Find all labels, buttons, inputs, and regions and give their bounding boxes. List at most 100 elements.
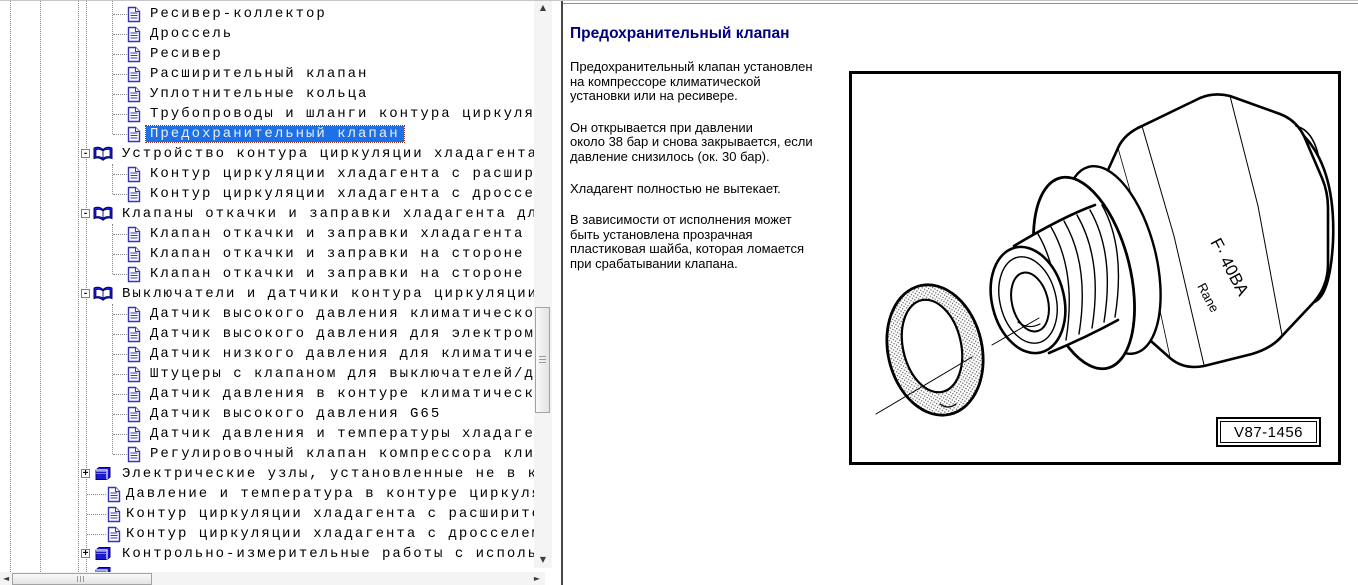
scroll-right-icon[interactable]: ►: [534, 572, 540, 585]
pane-splitter[interactable]: [552, 1, 563, 585]
tree-vertical-scrollbar[interactable]: ▲ ▼: [534, 1, 552, 568]
topic-paragraph: Предохранительный клапан установлен на к…: [570, 60, 844, 104]
tree-item[interactable]: [0, 564, 534, 572]
tree-item-label: Штуцеры с клапаном для выключателей/дат: [146, 366, 534, 382]
tree-connector: [113, 374, 127, 375]
help-viewer-window: Ресивер-коллектор Дроссель Ресивер Расширит…: [0, 0, 1358, 585]
tree-item[interactable]: Датчик высокого давления G65: [0, 404, 534, 424]
document-icon: [127, 86, 141, 103]
tree-connector: [113, 434, 127, 435]
topic-title: Предохранительный клапан: [570, 25, 1358, 43]
tree-item[interactable]: Давление и температура в контуре циркуля…: [0, 484, 534, 504]
tree-connector: [113, 174, 127, 175]
tree-connector: [113, 314, 127, 315]
figure-frame: F· 40BA Rane V87-1456: [849, 71, 1341, 465]
tree-item-label: Ресивер: [146, 46, 227, 62]
tree-item[interactable]: Датчик высокого давления для электромаг: [0, 324, 534, 344]
document-icon: [127, 366, 141, 383]
tree-item-label: Датчик высокого давления для электромаг: [146, 326, 534, 342]
tree-connector: [113, 354, 127, 355]
tree-item[interactable]: +Контрольно-измерительные работы с испол…: [0, 544, 534, 564]
tree-item[interactable]: Расширительный клапан: [0, 64, 534, 84]
document-icon: [127, 446, 141, 463]
book-open-icon: [93, 206, 113, 222]
tree-item-label: Датчик давления в контуре климатической: [146, 386, 534, 402]
tree-item-label: Выключатели и датчики контура циркуляции: [118, 286, 534, 302]
book-closed-icon: [93, 466, 112, 481]
safety-valve-illustration: F· 40BA Rane: [852, 74, 1338, 462]
scroll-left-icon[interactable]: ◄: [3, 572, 9, 585]
tree-item[interactable]: - Выключатели и датчики контура циркуляци…: [0, 284, 534, 304]
scroll-down-icon[interactable]: ▼: [534, 556, 552, 564]
document-icon: [127, 226, 141, 243]
tree-item[interactable]: Контур циркуляции хладагента с дросселе: [0, 184, 534, 204]
tree-connector: [113, 234, 127, 235]
tree-item-label: Датчик давления и температуры хладагент: [146, 426, 534, 442]
tree-item[interactable]: Дроссель: [0, 24, 534, 44]
tree-item[interactable]: Предохранительный клапан: [0, 124, 534, 144]
topic-paragraph: Он открывается при давлении около 38 бар…: [570, 121, 844, 165]
tree-connector: [113, 254, 127, 255]
vertical-scrollbar-thumb[interactable]: [535, 307, 550, 413]
tree-item-label: Контур циркуляции хладагента с дросселе: [146, 186, 534, 202]
tree-item-label: Устройство контура циркуляции хладагента: [118, 146, 534, 162]
tree-connector: [113, 274, 127, 275]
document-icon: [127, 6, 141, 23]
figure-label-text: V87-1456: [1234, 424, 1303, 441]
book-open-icon: [93, 146, 113, 162]
tree-item[interactable]: Ресивер: [0, 44, 534, 64]
tree-item[interactable]: Уплотнительные кольца: [0, 84, 534, 104]
tree-item[interactable]: -Клапаны откачки и заправки хладагента д…: [0, 204, 534, 224]
tree-item[interactable]: Ресивер-коллектор: [0, 4, 534, 24]
tree-item-label: Дроссель: [146, 26, 237, 42]
horizontal-scrollbar-thumb[interactable]: [12, 573, 152, 585]
document-icon: [127, 246, 141, 263]
document-icon: [127, 46, 141, 63]
collapse-expander-icon[interactable]: -: [81, 209, 90, 218]
scroll-up-icon[interactable]: ▲: [534, 4, 552, 12]
tree-item[interactable]: - Устройство контура циркуляции хладагент…: [0, 144, 534, 164]
tree-item[interactable]: Датчик низкого давления для климатическ: [0, 344, 534, 364]
document-icon: [107, 486, 121, 503]
tree-item-label: Уплотнительные кольца: [146, 86, 372, 102]
tree-item[interactable]: Контур циркуляции хладагента с расширите…: [0, 504, 534, 524]
tree-connector: [87, 534, 106, 535]
tree-item[interactable]: Регулировочный клапан компрессора клима: [0, 444, 534, 464]
tree-horizontal-scrollbar[interactable]: ◄ ►: [0, 572, 545, 585]
collapse-expander-icon[interactable]: -: [81, 289, 90, 298]
tree-item[interactable]: Клапан откачки и заправки на стороне ни: [0, 264, 534, 284]
tree-item-label: Датчик низкого давления для климатическ: [146, 346, 534, 362]
tree-connector: [87, 494, 106, 495]
document-icon: [127, 426, 141, 443]
tree-item-label: Трубопроводы и шланги контура циркуляци: [146, 106, 534, 122]
tree-item[interactable]: Клапан откачки и заправки на стороне вы: [0, 244, 534, 264]
tree-item-label: Клапан откачки и заправки хладагента с: [146, 226, 534, 242]
tree-item[interactable]: Контур циркуляции хладагента с расширит: [0, 164, 534, 184]
document-icon: [107, 506, 121, 523]
tree-item[interactable]: Клапан откачки и заправки хладагента с: [0, 224, 534, 244]
document-icon: [127, 26, 141, 43]
document-icon: [127, 166, 141, 183]
document-icon: [127, 306, 141, 323]
tree-item[interactable]: Датчик давления и температуры хладагент: [0, 424, 534, 444]
document-icon: [127, 106, 141, 123]
tree-item[interactable]: Датчик высокого давления климатической: [0, 304, 534, 324]
tree-item-label: Регулировочный клапан компрессора клима: [146, 446, 534, 462]
tree-item-label: Датчик высокого давления G65: [146, 406, 445, 422]
tree-item[interactable]: Контур циркуляции хладагента с дросселем: [0, 524, 534, 544]
figure-label: V87-1456: [1216, 417, 1321, 447]
tree-item-label: Клапан откачки и заправки на стороне вы: [146, 246, 534, 262]
collapse-expander-icon[interactable]: -: [81, 149, 90, 158]
tree-item[interactable]: Трубопроводы и шланги контура циркуляци: [0, 104, 534, 124]
tree-item-label: Давление и температура в контуре циркуля…: [122, 486, 534, 502]
tree-item[interactable]: +Электрические узлы, установленные не в …: [0, 464, 534, 484]
document-icon: [127, 406, 141, 423]
tree-connector: [113, 454, 127, 455]
document-icon: [127, 386, 141, 403]
tree-item[interactable]: Датчик давления в контуре климатической: [0, 384, 534, 404]
expand-expander-icon[interactable]: +: [81, 549, 90, 558]
tree-item[interactable]: Штуцеры с клапаном для выключателей/дат: [0, 364, 534, 384]
tree-connector: [87, 514, 106, 515]
expand-expander-icon[interactable]: +: [81, 469, 90, 478]
book-closed-icon: [93, 546, 112, 561]
